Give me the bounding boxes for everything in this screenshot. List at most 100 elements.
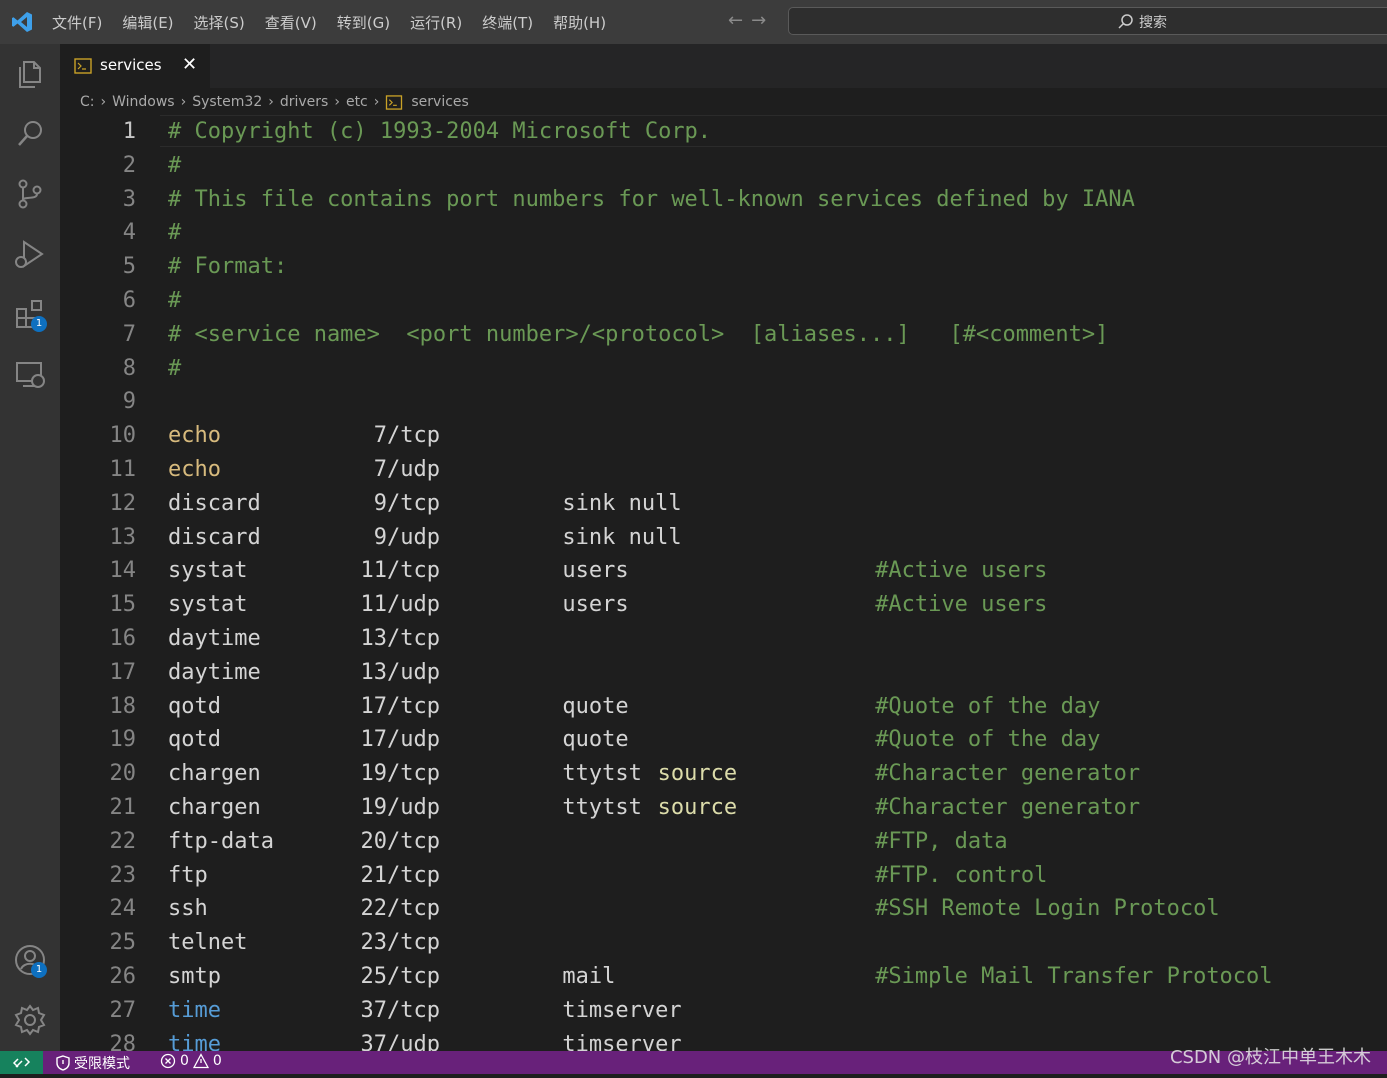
line-number: 12 bbox=[109, 490, 137, 516]
breadcrumb-item[interactable]: drivers bbox=[280, 94, 328, 110]
code-line[interactable]: 27 time 37/tcp timserver bbox=[60, 994, 1387, 1028]
code-comment: # This file contains port numbers for we… bbox=[168, 186, 1135, 212]
code-aliases: quote bbox=[562, 693, 629, 719]
restricted-mode[interactable]: 受限模式 bbox=[56, 1053, 130, 1073]
title-bar: 文件(F) 编辑(E) 选择(S) 查看(V) 转到(G) 运行(R) 终端(T… bbox=[0, 0, 1387, 44]
breadcrumb-item[interactable]: Windows bbox=[112, 94, 175, 110]
code-line[interactable]: 16 daytime 13/tcp bbox=[60, 622, 1387, 656]
problems-indicator[interactable]: 0 0 bbox=[160, 1053, 222, 1069]
code-line[interactable]: 1 # Copyright (c) 1993-2004 Microsoft Cor… bbox=[60, 115, 1387, 149]
code-line[interactable]: 21 chargen 19/udp ttytst source #Character ge… bbox=[60, 791, 1387, 825]
code-line[interactable]: 14 systat 11/tcp users #Active users bbox=[60, 554, 1387, 588]
code-port: 17/tcp bbox=[360, 693, 440, 719]
tab-services[interactable]: services ✕ bbox=[60, 44, 210, 88]
code-line[interactable]: 2 # bbox=[60, 149, 1387, 183]
menu-go[interactable]: 转到(G) bbox=[337, 12, 390, 33]
line-number: 8 bbox=[122, 355, 136, 381]
code-comment: # bbox=[168, 152, 182, 178]
arrow-left-icon[interactable]: ← bbox=[728, 10, 751, 31]
menu-help[interactable]: 帮助(H) bbox=[553, 12, 606, 33]
code-note: #SSH Remote Login Protocol bbox=[875, 896, 1220, 922]
code-port: 7/udp bbox=[373, 457, 440, 482]
search-inner: 搜索 bbox=[1117, 12, 1167, 32]
code-line[interactable]: 19 qotd 17/udp quote #Quote of the day bbox=[60, 723, 1387, 757]
search-icon[interactable] bbox=[12, 116, 48, 152]
source-control-icon[interactable] bbox=[12, 176, 48, 212]
menu-edit[interactable]: 编辑(E) bbox=[122, 12, 173, 33]
code-editor[interactable]: 1 # Copyright (c) 1993-2004 Microsoft Cor… bbox=[60, 115, 1387, 1051]
line-number: 14 bbox=[109, 558, 137, 584]
file-terminal-icon bbox=[386, 94, 403, 110]
code-line[interactable]: 24 ssh 22/tcp #SSH Remote Login Protocol bbox=[60, 892, 1387, 926]
remote-icon bbox=[12, 1057, 31, 1068]
code-port: 9/tcp bbox=[373, 490, 440, 516]
menu-run[interactable]: 运行(R) bbox=[410, 12, 462, 33]
breadcrumb-item[interactable]: etc bbox=[346, 94, 368, 110]
code-aliases: timserver bbox=[562, 997, 682, 1023]
code-port: 23/tcp bbox=[360, 930, 440, 956]
breadcrumb-item[interactable]: C: bbox=[80, 94, 95, 110]
line-number: 28 bbox=[109, 1031, 137, 1051]
code-line[interactable]: 8 # bbox=[60, 352, 1387, 386]
command-center-search[interactable]: 搜索 bbox=[788, 7, 1387, 35]
explorer-icon[interactable] bbox=[12, 56, 48, 92]
code-port: 17/udp bbox=[360, 727, 440, 753]
remote-indicator[interactable] bbox=[0, 1051, 43, 1074]
code-line[interactable]: 6 # bbox=[60, 284, 1387, 318]
code-line[interactable]: 5 # Format: bbox=[60, 250, 1387, 284]
menu-file[interactable]: 文件(F) bbox=[52, 12, 102, 33]
close-icon[interactable]: ✕ bbox=[182, 54, 197, 75]
code-line[interactable]: 26 smtp 25/tcp mail #Simple Mail Transfer Pr… bbox=[60, 960, 1387, 994]
code-line[interactable]: 25 telnet 23/tcp bbox=[60, 926, 1387, 960]
code-line[interactable]: 15 systat 11/udp users #Active users bbox=[60, 588, 1387, 622]
code-aliases: sink null bbox=[562, 490, 682, 516]
search-placeholder: 搜索 bbox=[1139, 15, 1167, 31]
line-number: 13 bbox=[109, 524, 137, 550]
code-line[interactable]: 4 # bbox=[60, 216, 1387, 250]
line-number: 10 bbox=[109, 423, 137, 449]
line-number: 23 bbox=[109, 862, 137, 888]
chevron-right-icon: › bbox=[373, 94, 380, 110]
line-number: 25 bbox=[109, 930, 137, 956]
code-aliases: users bbox=[562, 558, 629, 584]
code-note: #Active users bbox=[875, 558, 1048, 584]
line-number: 7 bbox=[122, 321, 136, 347]
code-line[interactable]: 17 daytime 13/udp bbox=[60, 656, 1387, 690]
menu-terminal[interactable]: 终端(T) bbox=[482, 12, 533, 33]
code-comment: # bbox=[168, 355, 182, 381]
code-line[interactable]: 11 echo 7/udp bbox=[60, 453, 1387, 487]
code-line[interactable]: 10 echo 7/tcp bbox=[60, 419, 1387, 453]
error-icon bbox=[160, 1053, 176, 1069]
search-icon bbox=[1118, 14, 1133, 29]
code-line[interactable]: 7 # <service name> <port number>/<protoco… bbox=[60, 318, 1387, 352]
breadcrumb: C: › Windows › System32 › drivers › etc … bbox=[80, 90, 469, 114]
line-number: 16 bbox=[109, 626, 137, 651]
code-aliases: ttytst bbox=[562, 795, 642, 820]
code-port: 25/tcp bbox=[360, 964, 440, 989]
breadcrumb-item[interactable]: System32 bbox=[192, 94, 262, 110]
code-note: #Active users bbox=[875, 592, 1048, 618]
line-number: 5 bbox=[122, 254, 136, 280]
code-line[interactable]: 13 discard 9/udp sink null bbox=[60, 521, 1387, 555]
breadcrumb-item[interactable]: services bbox=[411, 94, 468, 110]
gear-icon[interactable] bbox=[12, 1002, 48, 1038]
code-aliases: sink null bbox=[562, 524, 682, 550]
arrow-right-icon[interactable]: → bbox=[751, 10, 774, 31]
code-line[interactable]: 22 ftp-data 20/tcp #FTP, data bbox=[60, 825, 1387, 859]
code-line[interactable]: 23 ftp 21/tcp #FTP. control bbox=[60, 859, 1387, 893]
code-port: 7/tcp bbox=[373, 423, 440, 449]
code-line[interactable]: 3 # This file contains port numbers for w… bbox=[60, 183, 1387, 217]
code-port: 19/udp bbox=[360, 795, 440, 820]
code-line[interactable]: 9 bbox=[60, 385, 1387, 419]
code-line[interactable]: 12 discard 9/tcp sink null bbox=[60, 487, 1387, 521]
nav-arrows: ←→ bbox=[728, 10, 774, 31]
code-line[interactable]: 20 chargen 19/tcp ttytst source #Character ge… bbox=[60, 757, 1387, 791]
code-comment: # Format: bbox=[168, 254, 288, 280]
run-debug-icon[interactable] bbox=[12, 236, 48, 272]
vscode-logo-icon bbox=[12, 12, 32, 32]
remote-explorer-icon[interactable] bbox=[12, 356, 48, 392]
code-port: 20/tcp bbox=[360, 828, 440, 854]
menu-view[interactable]: 查看(V) bbox=[265, 12, 317, 33]
menu-selection[interactable]: 选择(S) bbox=[194, 12, 245, 33]
code-line[interactable]: 18 qotd 17/tcp quote #Quote of the day bbox=[60, 690, 1387, 724]
